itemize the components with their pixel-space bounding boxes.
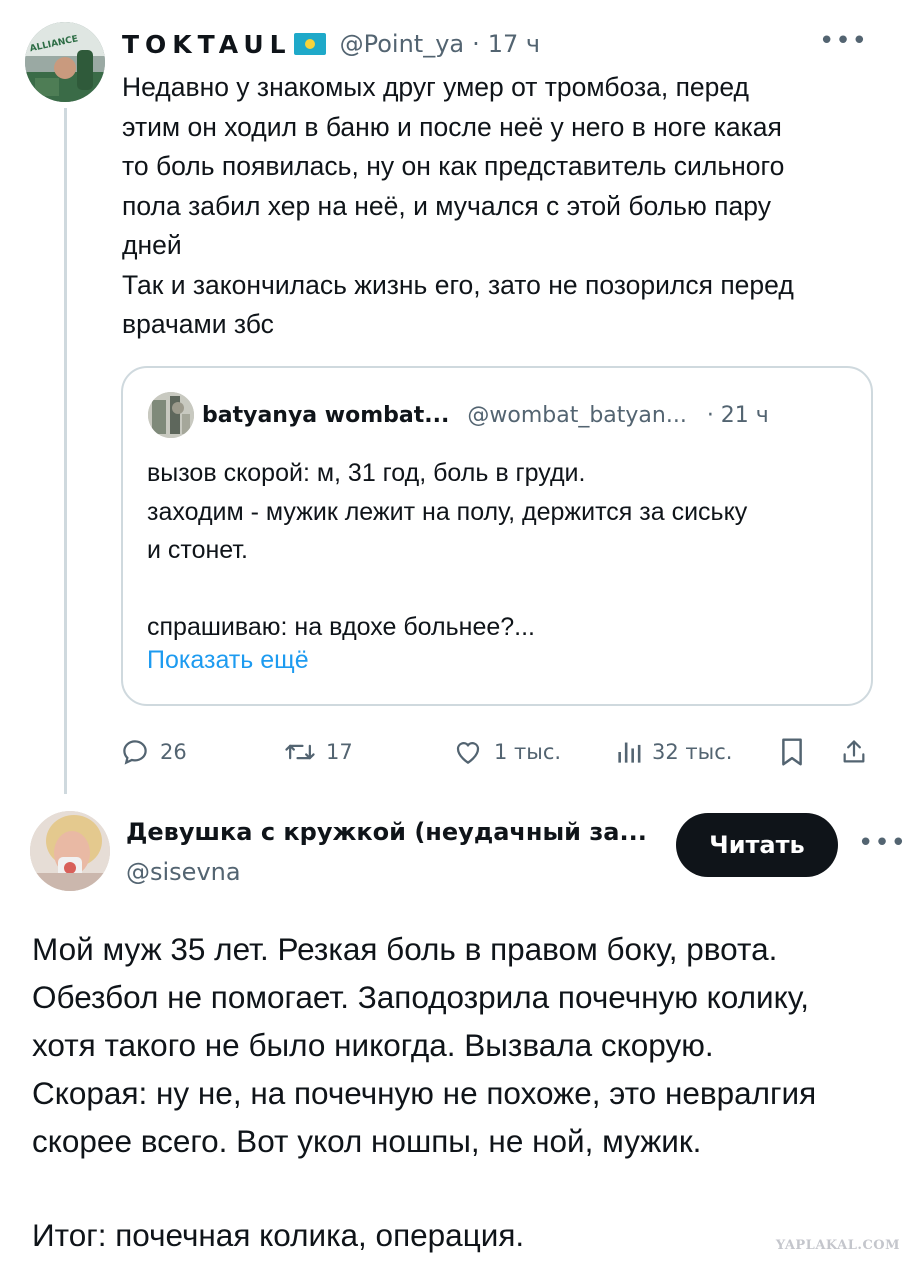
post-text: Мой муж 35 лет. Резкая боль в правом бок… [32,925,902,1165]
quoted-text-line [147,570,857,609]
quoted-tweet-time[interactable]: · 21 ч [707,403,769,428]
tweet-text-line: врачами збс [122,309,274,339]
tweet-text-line: Недавно у знакомых друг умер от тромбоза… [122,72,750,102]
share-button[interactable] [840,730,868,774]
like-count: 1 тыс. [494,740,562,764]
quoted-author-name[interactable]: batyanya wombat... [202,403,449,428]
quoted-author-handle[interactable]: @wombat_batyan... [467,403,686,428]
reply-count: 26 [160,740,187,764]
avatar-image: ALLIANCE [25,22,105,102]
author-handle[interactable]: @sisevna [126,858,241,886]
views-chart-icon [618,742,641,763]
thread-line [64,108,67,794]
tweet-text-line: дней [122,230,182,260]
follow-read-button[interactable]: Читать [676,813,838,877]
post-result-line: Итог: почечная колика, операция. [32,1217,525,1253]
tweet-actions: 26 17 1 тыс. 32 тыс. [120,730,880,774]
quoted-author-avatar[interactable] [148,392,194,438]
views-button[interactable]: 32 тыс. [616,730,732,774]
tweet-header: TOKTAUL @Point_ya · 17 ч [122,24,540,64]
author-avatar[interactable]: ALLIANCE [25,22,105,102]
tweet-text-line: то боль появилась, ну он как представите… [122,151,785,181]
show-more-link[interactable]: Показать ещё [147,646,309,675]
kazakhstan-flag-icon [293,33,326,55]
reply-icon [123,740,147,765]
bookmark-icon [782,738,802,766]
more-options-icon[interactable]: ••• [858,828,907,858]
tweet-time[interactable]: 17 ч [488,30,540,58]
tweet-text-line: этим он ходил в баню и после неё у него … [122,111,782,142]
watermark: YAPLAKAL.COM [775,1238,900,1253]
author-handle[interactable]: @Point_ya [340,30,465,58]
post-text-line: Мой муж 35 лет. Резкая боль в правом бок… [32,931,778,967]
heart-icon [456,742,480,764]
quoted-text-line: спрашиваю: на вдохе больнее?... [147,613,535,641]
quoted-text-line: вызов скорой: м, 31 год, боль в груди. [147,459,586,487]
author-name[interactable]: Девушка с кружкой (неудачный за... [126,818,647,846]
meta-separator: · [472,30,480,58]
avatar-image [30,811,110,891]
quoted-text-line: и стонет. [147,536,248,564]
bookmark-button[interactable] [778,730,806,774]
post-text-line: хотя такого не было никогда. Вызвала ско… [32,1027,714,1063]
tweet-text: Недавно у знакомых друг умер от тромбоза… [122,68,882,345]
author-avatar[interactable] [30,811,110,891]
repost-count: 17 [326,740,353,764]
like-button[interactable]: 1 тыс. [452,730,561,774]
post-text-line: скорее всего. Вот укол ношпы, не ной, му… [32,1123,702,1159]
views-count: 32 тыс. [652,740,733,764]
author-name[interactable]: TOKTAUL [122,30,292,59]
reply-button[interactable]: 26 [120,730,187,774]
quoted-tweet-text: вызов скорой: м, 31 год, боль в груди. з… [147,454,857,647]
share-icon [843,740,865,763]
post-text-line: Скорая: ну не, на почечную не похоже, эт… [32,1075,817,1111]
tweet-text-line: пола забил хер на неё, и мучался с этой … [122,190,771,221]
more-options-icon[interactable]: ••• [819,26,868,56]
repost-icon [285,744,315,760]
tweet-text-line: Так и закончилась жизнь его, зато не поз… [122,269,794,300]
quoted-avatar-image [148,392,194,438]
repost-button[interactable]: 17 [284,730,353,774]
quoted-text-line: заходим - мужик лежит на полу, держится … [147,497,748,526]
quoted-tweet-header: batyanya wombat... @wombat_batyan... · 2… [202,396,769,434]
post-text-line: Обезбол не помогает. Заподозрила почечну… [32,979,810,1015]
